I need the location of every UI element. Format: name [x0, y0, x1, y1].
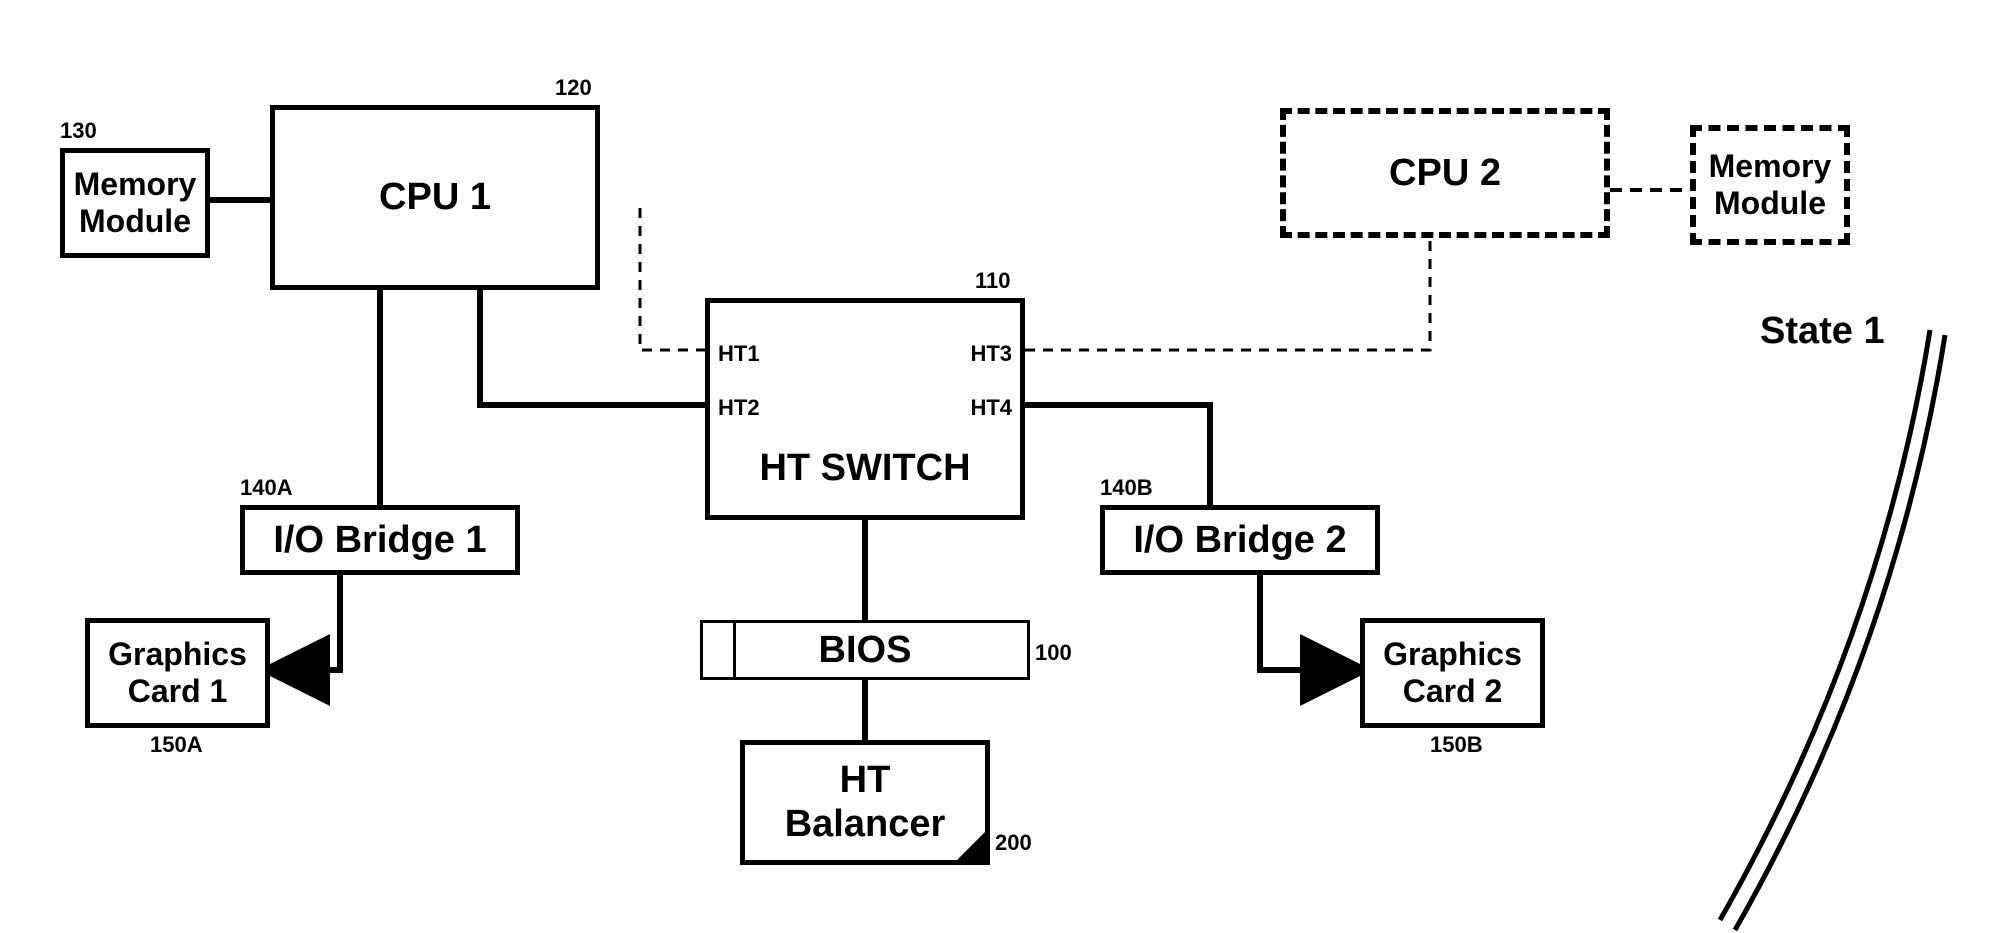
ht-switch: HT SWITCH HT1 HT2 HT3 HT4: [705, 298, 1025, 520]
port-ht3: HT3: [970, 341, 1012, 367]
state-label: State 1: [1760, 310, 1885, 353]
io-bridge-1: I/O Bridge 1: [240, 505, 520, 575]
ht-balancer-label: HTBalancer: [785, 759, 946, 846]
cpu-2-label: CPU 2: [1389, 152, 1501, 195]
ref-memory1: 130: [60, 118, 97, 144]
io-bridge-2-label: I/O Bridge 2: [1133, 519, 1346, 562]
ref-graphics2: 150B: [1430, 732, 1483, 758]
memory-module-2: MemoryModule: [1690, 125, 1850, 245]
cpu-1: CPU 1: [270, 105, 600, 290]
ref-bios: 100: [1035, 640, 1072, 666]
ref-iobridge1: 140A: [240, 475, 293, 501]
graphics-card-2-label: GraphicsCard 2: [1383, 636, 1522, 710]
ref-htswitch: 110: [975, 268, 1011, 294]
io-bridge-2: I/O Bridge 2: [1100, 505, 1380, 575]
bios: BIOS: [700, 620, 1030, 680]
cpu-1-label: CPU 1: [379, 176, 491, 219]
memory-module-1: MemoryModule: [60, 148, 210, 258]
ht-balancer: HTBalancer: [740, 740, 990, 865]
port-ht1: HT1: [718, 341, 760, 367]
balancer-corner-icon: [957, 832, 985, 860]
ref-graphics1: 150A: [150, 732, 203, 758]
ref-cpu1: 120: [555, 75, 592, 101]
graphics-card-1-label: GraphicsCard 1: [108, 636, 247, 710]
cpu-2: CPU 2: [1280, 108, 1610, 238]
bios-label: BIOS: [819, 629, 912, 672]
port-ht4: HT4: [970, 395, 1012, 421]
graphics-card-2: GraphicsCard 2: [1360, 618, 1545, 728]
ref-balancer: 200: [995, 830, 1032, 856]
memory-module-1-label: MemoryModule: [74, 166, 197, 240]
graphics-card-1: GraphicsCard 1: [85, 618, 270, 728]
ht-switch-label: HT SWITCH: [710, 447, 1020, 490]
ref-iobridge2: 140B: [1100, 475, 1153, 501]
port-ht2: HT2: [718, 395, 760, 421]
memory-module-2-label: MemoryModule: [1709, 148, 1832, 222]
io-bridge-1-label: I/O Bridge 1: [273, 519, 486, 562]
